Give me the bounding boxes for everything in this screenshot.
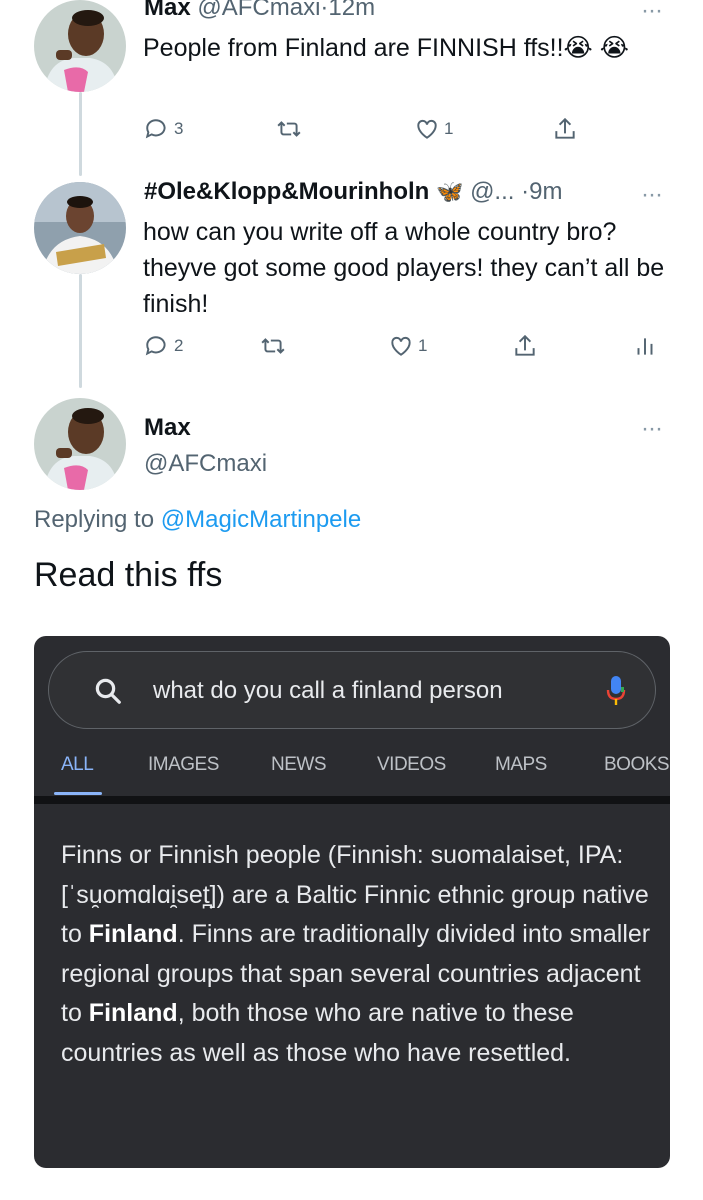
author-name[interactable]: Max [144, 414, 191, 442]
snippet-bold: Finland [88, 999, 178, 1027]
share-icon [555, 117, 575, 139]
search-tabs: ALL IMAGES NEWS VIDEOS MAPS BOOKS [34, 744, 670, 794]
more-options-icon[interactable]: ··· [641, 417, 663, 441]
tweet-time[interactable]: 9m [529, 178, 562, 205]
tab-videos[interactable]: VIDEOS [377, 754, 446, 776]
butterfly-icon: 🦋 [435, 179, 464, 204]
reply-count: 3 [174, 119, 184, 138]
active-tab-indicator [54, 792, 102, 795]
author-handle[interactable]: @AFCmaxi [197, 0, 320, 21]
attached-image[interactable]: what do you call a finland person ALL IM… [34, 636, 670, 1168]
retweet-icon [261, 338, 285, 354]
avatar[interactable] [34, 182, 126, 274]
search-icon [95, 678, 121, 704]
tab-all[interactable]: ALL [61, 754, 94, 776]
search-bar[interactable]: what do you call a finland person [48, 651, 656, 729]
meta-separator: · [521, 178, 530, 205]
like-button[interactable]: 1 [388, 333, 427, 359]
share-button[interactable] [512, 333, 538, 359]
like-button[interactable]: 1 [414, 116, 453, 142]
reply-button[interactable]: 2 [144, 333, 183, 359]
retweet-button[interactable] [260, 333, 286, 359]
share-button[interactable] [552, 116, 578, 142]
more-options-icon[interactable]: ··· [641, 183, 663, 207]
tab-images[interactable]: IMAGES [148, 754, 219, 776]
replying-to-link[interactable]: @MagicMartinpele [161, 506, 361, 533]
reply-icon [145, 119, 166, 139]
replying-to-line: Replying to @MagicMartinpele [34, 506, 361, 534]
author-handle[interactable]: @AFCmaxi [144, 450, 267, 478]
divider [34, 796, 670, 804]
heart-icon [417, 119, 437, 139]
reply-button[interactable]: 3 [144, 116, 183, 142]
heart-icon [391, 336, 411, 356]
reply-count: 2 [174, 336, 184, 355]
tab-maps[interactable]: MAPS [495, 754, 547, 776]
thread-line [79, 92, 82, 176]
tweet-time[interactable]: 12m [328, 0, 375, 21]
tab-news[interactable]: NEWS [271, 754, 327, 776]
avatar[interactable] [34, 398, 126, 490]
tweet-text: People from Finland are FINNISH ffs!!😭 😭 [143, 34, 629, 62]
replying-to-prefix: Replying to [34, 506, 155, 533]
author-name[interactable]: #Ole&Klopp&Mourinholn [144, 178, 429, 205]
author-name[interactable]: Max [144, 0, 191, 21]
snippet-bold: Finland [88, 920, 178, 948]
search-query[interactable]: what do you call a finland person [153, 652, 503, 730]
tweet-text: how can you write off a whole country br… [143, 218, 665, 318]
share-icon [515, 334, 535, 356]
author-handle[interactable]: @... [470, 178, 514, 205]
analytics-button[interactable] [632, 333, 658, 359]
like-count: 1 [444, 119, 454, 138]
analytics-icon [637, 338, 653, 355]
microphone-icon[interactable] [605, 674, 627, 708]
tab-books[interactable]: BOOKS [604, 754, 670, 776]
avatar[interactable] [34, 0, 126, 92]
main-tweet-text: Read this ffs [34, 556, 223, 594]
retweet-button[interactable] [276, 116, 302, 142]
retweet-icon [277, 121, 301, 137]
reply-icon [145, 336, 166, 356]
like-count: 1 [418, 336, 428, 355]
featured-snippet: Finns or Finnish people (Finnish: suomal… [61, 836, 651, 1073]
more-options-icon[interactable]: ··· [641, 0, 663, 23]
thread-line [79, 274, 82, 388]
